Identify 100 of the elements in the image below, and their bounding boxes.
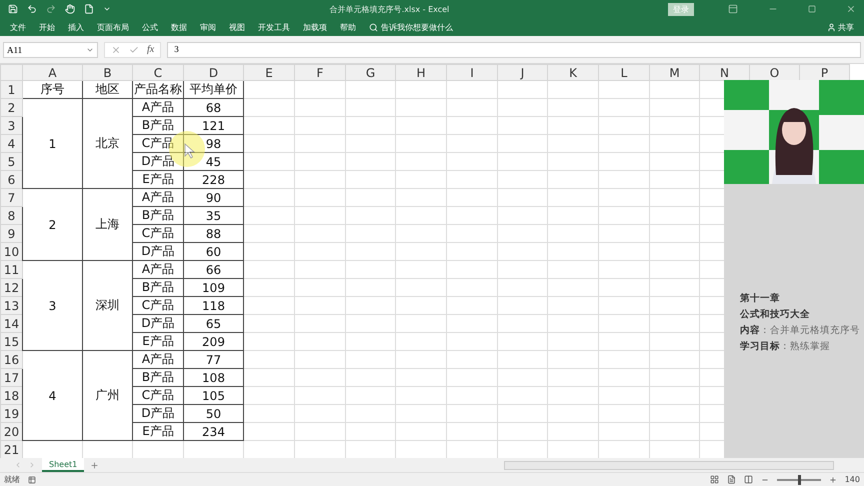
row-number: 15 xyxy=(0,332,22,350)
row-number: 7 xyxy=(0,188,22,206)
table-cell: 68 xyxy=(184,98,244,116)
menu-item[interactable]: 加载项 xyxy=(303,22,327,32)
menu-item[interactable]: 开始 xyxy=(39,22,55,32)
table-cell: 209 xyxy=(184,332,244,350)
column-header[interactable]: D xyxy=(184,64,244,80)
chapter-label: 第十一章 xyxy=(740,292,781,305)
status-text: 就绪 xyxy=(4,474,20,485)
row-number: 9 xyxy=(0,224,22,242)
table-cell: E产品 xyxy=(132,332,184,350)
table-cell: 77 xyxy=(184,350,244,368)
zoom-percent[interactable]: 140 xyxy=(844,475,860,484)
table-cell: 45 xyxy=(184,152,244,170)
column-header[interactable]: B xyxy=(82,64,132,80)
menu-item[interactable]: 视图 xyxy=(229,22,245,32)
table-cell: E产品 xyxy=(132,170,184,188)
row-number: 1 xyxy=(0,80,22,98)
column-header[interactable]: G xyxy=(346,64,396,80)
column-header[interactable]: F xyxy=(294,64,346,80)
table-cell: 65 xyxy=(184,314,244,332)
column-header[interactable]: H xyxy=(396,64,446,80)
row-number: 13 xyxy=(0,296,22,314)
table-cell: 121 xyxy=(184,116,244,134)
table-cell: E产品 xyxy=(132,422,184,440)
table-cell: 228 xyxy=(184,170,244,188)
menu-item[interactable]: 帮助 xyxy=(340,22,356,32)
table-cell: A产品 xyxy=(132,98,184,116)
column-header[interactable]: N xyxy=(700,64,750,80)
table-cell: 98 xyxy=(184,134,244,152)
table-cell: 60 xyxy=(184,242,244,260)
row-number: 8 xyxy=(0,206,22,224)
row-number: 4 xyxy=(0,134,22,152)
row-number: 16 xyxy=(0,350,22,368)
table-cell: B产品 xyxy=(132,206,184,224)
column-header[interactable]: O xyxy=(750,64,800,80)
menu-item[interactable]: 页面布局 xyxy=(97,22,129,32)
info-line: 学习目标：熟练掌握 xyxy=(740,340,831,353)
table-cell: C产品 xyxy=(132,386,184,404)
column-header[interactable]: K xyxy=(548,64,598,80)
table-cell: 广州 xyxy=(82,350,132,440)
menu-item[interactable]: 数据 xyxy=(171,22,187,32)
table-cell: 234 xyxy=(184,422,244,440)
table-cell: C产品 xyxy=(132,296,184,314)
formula-input[interactable]: 3 xyxy=(167,42,861,58)
column-header[interactable]: C xyxy=(132,64,184,80)
share-link[interactable]: 共享 xyxy=(838,22,854,32)
table-cell: A产品 xyxy=(132,350,184,368)
menu-item[interactable]: 开发工具 xyxy=(258,22,290,32)
table-cell: C产品 xyxy=(132,134,184,152)
name-box[interactable]: A11 xyxy=(3,42,98,58)
info-line: 内容：合并单元格填充序号 xyxy=(740,324,861,337)
table-cell: D产品 xyxy=(132,404,184,422)
table-cell: A产品 xyxy=(132,188,184,206)
table-cell: C产品 xyxy=(132,224,184,242)
table-cell: D产品 xyxy=(132,242,184,260)
table-cell: 北京 xyxy=(82,98,132,188)
row-number: 19 xyxy=(0,404,22,422)
table-cell: 90 xyxy=(184,188,244,206)
table-cell: 50 xyxy=(184,404,244,422)
column-header[interactable]: M xyxy=(650,64,700,80)
column-header[interactable]: L xyxy=(598,64,650,80)
table-cell: 35 xyxy=(184,206,244,224)
window-title: 合并单元格填充序号.xlsx - Excel xyxy=(328,4,450,14)
row-number: 12 xyxy=(0,278,22,296)
table-cell: D产品 xyxy=(132,152,184,170)
table-cell: 108 xyxy=(184,368,244,386)
row-number: 21 xyxy=(0,440,22,458)
row-number: 14 xyxy=(0,314,22,332)
sheet-tab[interactable]: Sheet1 xyxy=(42,458,84,472)
table-cell: B产品 xyxy=(132,368,184,386)
menu-item[interactable]: 审阅 xyxy=(200,22,216,32)
menu-item[interactable]: 公式 xyxy=(142,22,158,32)
table-cell: 深圳 xyxy=(82,260,132,350)
row-number: 3 xyxy=(0,116,22,134)
column-header[interactable]: P xyxy=(800,64,850,80)
insert-function-button[interactable]: fx xyxy=(147,44,154,55)
column-header[interactable]: A xyxy=(22,64,82,80)
column-header[interactable]: J xyxy=(498,64,548,80)
table-cell: 66 xyxy=(184,260,244,278)
row-number: 10 xyxy=(0,242,22,260)
table-cell: B产品 xyxy=(132,278,184,296)
column-header[interactable]: E xyxy=(244,64,294,80)
table-cell: 109 xyxy=(184,278,244,296)
column-header[interactable]: I xyxy=(446,64,498,80)
row-number: 20 xyxy=(0,422,22,440)
column-header-cell: 平均单价 xyxy=(184,80,244,98)
row-number: 11 xyxy=(0,260,22,278)
row-number: 18 xyxy=(0,386,22,404)
tell-me-field[interactable]: 告诉我你想要做什么 xyxy=(381,22,453,32)
table-cell: 上海 xyxy=(82,188,132,260)
column-header-cell: 地区 xyxy=(82,80,132,98)
table-cell: D产品 xyxy=(132,314,184,332)
row-number: 2 xyxy=(0,98,22,116)
menu-item[interactable]: 文件 xyxy=(10,22,26,32)
row-number: 6 xyxy=(0,170,22,188)
menu-item[interactable]: 插入 xyxy=(68,22,84,32)
table-cell: B产品 xyxy=(132,116,184,134)
course-title: 公式和技巧大全 xyxy=(740,308,811,321)
table-cell: 118 xyxy=(184,296,244,314)
